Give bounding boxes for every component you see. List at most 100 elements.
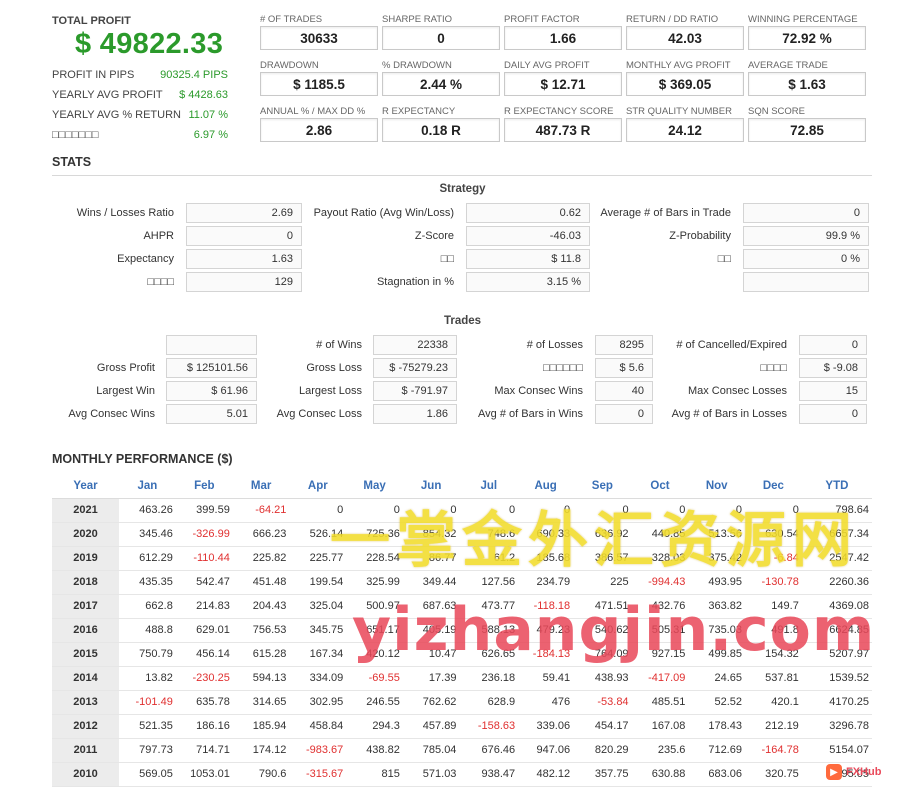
trade-stat-label: Avg # of Bars in Losses [671,408,787,420]
table-row: 2010 569.05 1053.01 790.6 -315.67 815 571.03 93… [52,762,872,787]
metric-card: R EXPECTANCY 0.18 R [382,106,500,142]
strategy-stat-label: Wins / Losses Ratio [76,207,174,219]
watermark-text-cn: 一掌金外汇资源网 [330,506,858,576]
metric-value: 24.12 [626,118,744,142]
metric-label: R EXPECTANCY SCORE [504,106,614,117]
month-cell: 246.55 [346,690,403,715]
month-cell: 635.78 [175,690,233,715]
month-cell: 683.06 [688,762,745,787]
metric-card: SQN SCORE 72.85 [748,106,866,142]
month-cell: 178.43 [688,714,745,739]
month-cell: 186.16 [175,714,233,739]
monthly-header-mar: Mar [232,474,290,499]
month-cell: 662.8 [119,594,176,619]
summary-row-label: □□□□□□□ [52,129,99,141]
metric-label: DAILY AVG PROFIT [504,60,590,71]
strategy-stat-value: 3.15 % [466,272,590,292]
month-cell: -315.67 [289,762,347,787]
metric-value: 1.66 [504,26,622,50]
month-cell: 17.39 [402,666,460,691]
month-cell: 457.89 [402,714,460,739]
metric-card: DAILY AVG PROFIT $ 12.71 [504,60,622,96]
metric-card: RETURN / DD RATIO 42.03 [626,14,744,50]
table-row: 2014 13.82 -230.25 594.13 334.09 -69.55 17.39 2… [52,666,872,691]
trade-stat-value: 0 [799,404,867,424]
trade-stat-value: 0 [799,335,867,355]
trade-stat-label: Largest Win [96,385,155,397]
trade-stat-value: 22338 [373,335,457,355]
summary-row-value: $ 4428.63 [179,89,228,101]
monthly-title: MONTHLY PERFORMANCE ($) [52,452,233,466]
month-cell: 815 [346,762,403,787]
month-cell: 325.04 [289,594,347,619]
metric-value: $ 369.05 [626,72,744,96]
metric-card: SHARPE RATIO 0 [382,14,500,50]
metric-label: DRAWDOWN [260,60,319,71]
summary-row-label: YEARLY AVG PROFIT [52,89,163,101]
monthly-header-jan: Jan [119,474,176,499]
metric-label: STR QUALITY NUMBER [626,106,732,117]
strategy-stat-value: 0.62 [466,203,590,223]
ytd-cell: 4170.25 [801,690,872,715]
metric-value: 72.85 [748,118,866,142]
metric-card: STR QUALITY NUMBER 24.12 [626,106,744,142]
year-cell: 2010 [52,762,119,787]
strategy-stat-value: 0 % [743,249,869,269]
month-cell: 615.28 [232,642,290,667]
strategy-stat-value: 0 [186,226,302,246]
trade-stat-value: 40 [595,381,653,401]
ytd-cell: 3296.78 [801,714,872,739]
month-cell: 13.82 [119,666,176,691]
month-cell: 24.65 [688,666,745,691]
month-cell: -64.21 [232,498,290,523]
metric-value: 30633 [260,26,378,50]
trade-stat-value: $ -75279.23 [373,358,457,378]
month-cell: -101.49 [119,690,176,715]
month-cell: 235.6 [631,738,689,763]
summary-row-value: 90325.4 PIPS [160,69,228,81]
trade-stat-label: # of Wins [316,339,362,351]
strategy-stat-label: □□ [440,253,454,265]
month-cell: 463.26 [119,498,176,523]
metric-label: % DRAWDOWN [382,60,452,71]
month-cell: 488.8 [119,618,176,643]
metric-card: WINNING PERCENTAGE 72.92 % [748,14,866,50]
total-profit-label: TOTAL PROFIT [52,15,131,27]
trade-stat-value: $ 5.6 [595,358,653,378]
month-cell: 294.3 [346,714,403,739]
trade-stat-label: □□□□ [760,362,787,374]
strategy-stat-label: Expectancy [117,253,174,265]
year-cell: 2014 [52,666,119,691]
month-cell: 204.43 [232,594,290,619]
trade-stat-value [166,335,257,355]
strategy-stat-value: 2.69 [186,203,302,223]
trade-stat-label: Gross Profit [96,362,155,374]
month-cell: -164.78 [744,738,802,763]
strategy-title: Strategy [439,183,486,195]
year-cell: 2020 [52,522,119,547]
year-cell: 2018 [52,570,119,595]
trade-stat-label: Avg Consec Wins [68,408,155,420]
strategy-stat-value: $ 11.8 [466,249,590,269]
trade-stat-label: # of Losses [526,339,583,351]
metric-value: 2.86 [260,118,378,142]
strategy-stat-label: Average # of Bars in Trade [600,207,731,219]
total-profit-value: $ 49822.33 [75,28,224,60]
month-cell: 52.52 [688,690,745,715]
year-cell: 2011 [52,738,119,763]
trade-stat-value: 1.86 [373,404,457,424]
month-cell: 334.09 [289,666,347,691]
month-cell: 762.62 [402,690,460,715]
strategy-stat-value: 99.9 % [743,226,869,246]
month-cell: 521.35 [119,714,176,739]
strategy-stat-label: Stagnation in % [376,276,454,288]
strategy-stat-value [743,272,869,292]
strategy-stat-label: □□ [717,253,731,265]
metric-value: $ 12.71 [504,72,622,96]
metric-card: ANNUAL % / MAX DD % 2.86 [260,106,378,142]
strategy-stat-label: Payout Ratio (Avg Win/Loss) [313,207,454,219]
summary-row-value: 11.07 % [188,109,228,121]
metric-label: MONTHLY AVG PROFIT [626,60,731,71]
metric-value: $ 1185.5 [260,72,378,96]
month-cell: 236.18 [459,666,519,691]
